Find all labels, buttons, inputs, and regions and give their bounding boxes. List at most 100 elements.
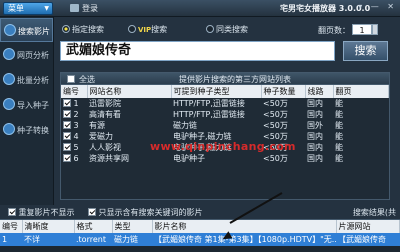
sidebar-item-label: 搜索影片: [18, 27, 50, 36]
column-header[interactable]: 格式: [74, 220, 113, 233]
title-bar: 菜单 ▼ 登录 宅男宅女播放器 3.0.0.0 ▾ — ✕: [0, 0, 400, 17]
sidebar-item-import-torrent[interactable]: 导入种子: [0, 93, 53, 117]
column-header[interactable]: 线路: [305, 85, 334, 98]
site-type: 磁力链: [173, 121, 197, 130]
column-header[interactable]: 清晰度: [22, 220, 75, 233]
results-count: 搜索结果(共: [352, 208, 396, 217]
radio-dot: [128, 25, 136, 33]
hide-duplicates-option[interactable]: 重复影片不显示: [8, 207, 75, 218]
column-header[interactable]: 影片名称: [152, 220, 337, 233]
sidebar-item-batch-analysis[interactable]: 批量分析: [0, 68, 53, 92]
column-header[interactable]: 类型: [112, 220, 153, 233]
watermark-text: www.qinpinchang.com: [150, 140, 296, 153]
radio-dot: [206, 25, 214, 33]
chevron-down-icon: ▼: [44, 5, 49, 12]
site-line: 国内: [307, 154, 323, 163]
app-window: 菜单 ▼ 登录 宅男宅女播放器 3.0.0.0 ▾ — ✕ 搜索影片 网页分析 …: [0, 0, 400, 252]
menu-button[interactable]: 菜单 ▼: [3, 2, 53, 15]
table-row[interactable]: 3 有源 磁力链 <50万 国外 能: [61, 120, 389, 131]
spinner-icon[interactable]: [372, 24, 378, 35]
results-panel: 编号 清晰度 格式 类型 影片名称 片源网站 1 不详 .torrent 磁力链…: [0, 219, 400, 252]
vip-prefix: VIP: [138, 26, 152, 34]
sidebar-item-torrent-convert[interactable]: 种子转换: [0, 118, 53, 142]
import-icon: [3, 98, 15, 110]
sidebar-item-search[interactable]: 搜索影片: [0, 18, 53, 42]
column-header[interactable]: 可提到种子类型: [171, 85, 262, 98]
row-checkbox[interactable]: [63, 110, 71, 118]
column-header[interactable]: 编号: [61, 85, 88, 98]
row-id-cell: 6: [61, 153, 87, 164]
radio-specified-search[interactable]: 指定搜索: [62, 24, 104, 35]
site-count: <50万: [263, 121, 288, 130]
site-line: 国内: [307, 143, 323, 152]
site-name: 有源: [89, 121, 105, 130]
row-checkbox[interactable]: [63, 121, 71, 129]
keyword-only-checkbox[interactable]: [88, 208, 96, 216]
radio-label: 同类搜索: [216, 25, 248, 34]
row-id: 1: [73, 99, 79, 108]
site-name: 资源共享网: [89, 154, 129, 163]
site-page: 能: [335, 154, 343, 163]
site-line: 国内: [307, 99, 323, 108]
select-all-label: 全选: [79, 75, 95, 84]
radio-label: 指定搜索: [72, 25, 104, 34]
user-icon: [70, 4, 79, 12]
search-input[interactable]: 武媚娘传奇: [60, 41, 335, 61]
column-header[interactable]: 片源网站: [336, 220, 400, 233]
radio-dot: [62, 25, 70, 33]
search-icon: [4, 24, 16, 36]
sidebar-item-label: 批量分析: [17, 76, 49, 85]
results-table: 编号 清晰度 格式 类型 影片名称 片源网站 1 不详 .torrent 磁力链…: [0, 220, 400, 246]
window-controls[interactable]: ▾ — ✕: [358, 2, 397, 11]
column-header[interactable]: 编号: [0, 220, 23, 233]
table-row[interactable]: 1 不详 .torrent 磁力链 【武媚娘传奇 第1集-第3集】【1080p.…: [0, 233, 400, 246]
result-id: 1: [0, 233, 22, 246]
page-count-control: 翻页数： 1: [318, 24, 378, 36]
site-count: <50万: [263, 110, 288, 119]
search-button[interactable]: 搜索: [343, 41, 388, 61]
keyword-only-option[interactable]: 只显示含有搜索关键词的影片: [88, 207, 203, 218]
site-table-header: 编号 网站名称 可提到种子类型 种子数量 线路 翻页: [61, 85, 389, 98]
table-row[interactable]: 1 迅雷影院 HTTP/FTP,迅雷链接 <50万 国内 能: [61, 98, 389, 109]
hide-duplicates-checkbox[interactable]: [8, 208, 16, 216]
radio-similar-search[interactable]: 同类搜索: [206, 24, 248, 35]
site-type: 电驴种子: [173, 154, 205, 163]
result-type: 磁力链: [112, 233, 152, 246]
column-header[interactable]: 翻页: [333, 85, 389, 98]
site-page: 能: [335, 99, 343, 108]
row-id-cell: 2: [61, 109, 87, 120]
option-label: 重复影片不显示: [18, 208, 75, 217]
select-all-checkbox[interactable]: [67, 75, 75, 83]
row-checkbox[interactable]: [63, 154, 71, 162]
column-header[interactable]: 种子数量: [261, 85, 306, 98]
row-checkbox[interactable]: [63, 132, 71, 140]
site-line: 国内: [307, 132, 323, 141]
result-site: 【武媚娘传奇: [336, 233, 400, 246]
menu-label: 菜单: [8, 4, 24, 13]
results-table-header: 编号 清晰度 格式 类型 影片名称 片源网站: [0, 220, 400, 233]
convert-icon: [3, 123, 15, 135]
login-label: 登录: [82, 4, 98, 13]
site-count: <50万: [263, 154, 288, 163]
row-id-cell: 4: [61, 131, 87, 142]
sidebar: 搜索影片 网页分析 批量分析 导入种子 种子转换: [0, 17, 54, 205]
table-row[interactable]: 2 高清有看 HTTP/FTP,迅雷链接 <50万 国内 能: [61, 109, 389, 120]
row-checkbox[interactable]: [63, 99, 71, 107]
sidebar-item-label: 导入种子: [17, 101, 49, 110]
row-id-cell: 1: [61, 98, 87, 109]
login-link[interactable]: 登录: [70, 3, 98, 14]
app-title: 宅男宅女播放器 3.0.0.0: [280, 4, 371, 13]
radio-vip-search[interactable]: VIP搜索: [128, 24, 167, 35]
site-line: 国内: [307, 110, 323, 119]
column-header[interactable]: 网站名称: [87, 85, 172, 98]
sidebar-item-web-analysis[interactable]: 网页分析: [0, 43, 53, 67]
table-row[interactable]: 6 资源共享网 电驴种子 <50万 国内 能: [61, 153, 389, 164]
web-icon: [3, 48, 15, 60]
row-id-cell: 3: [61, 120, 87, 131]
result-name: 【武媚娘传奇 第1集-第3集】【1080p.HDTV】"无...: [152, 233, 336, 246]
page-count-input[interactable]: 1: [352, 24, 372, 35]
site-line: 国外: [307, 121, 323, 130]
site-page: 能: [335, 132, 343, 141]
site-count: <50万: [263, 99, 288, 108]
row-checkbox[interactable]: [63, 143, 71, 151]
